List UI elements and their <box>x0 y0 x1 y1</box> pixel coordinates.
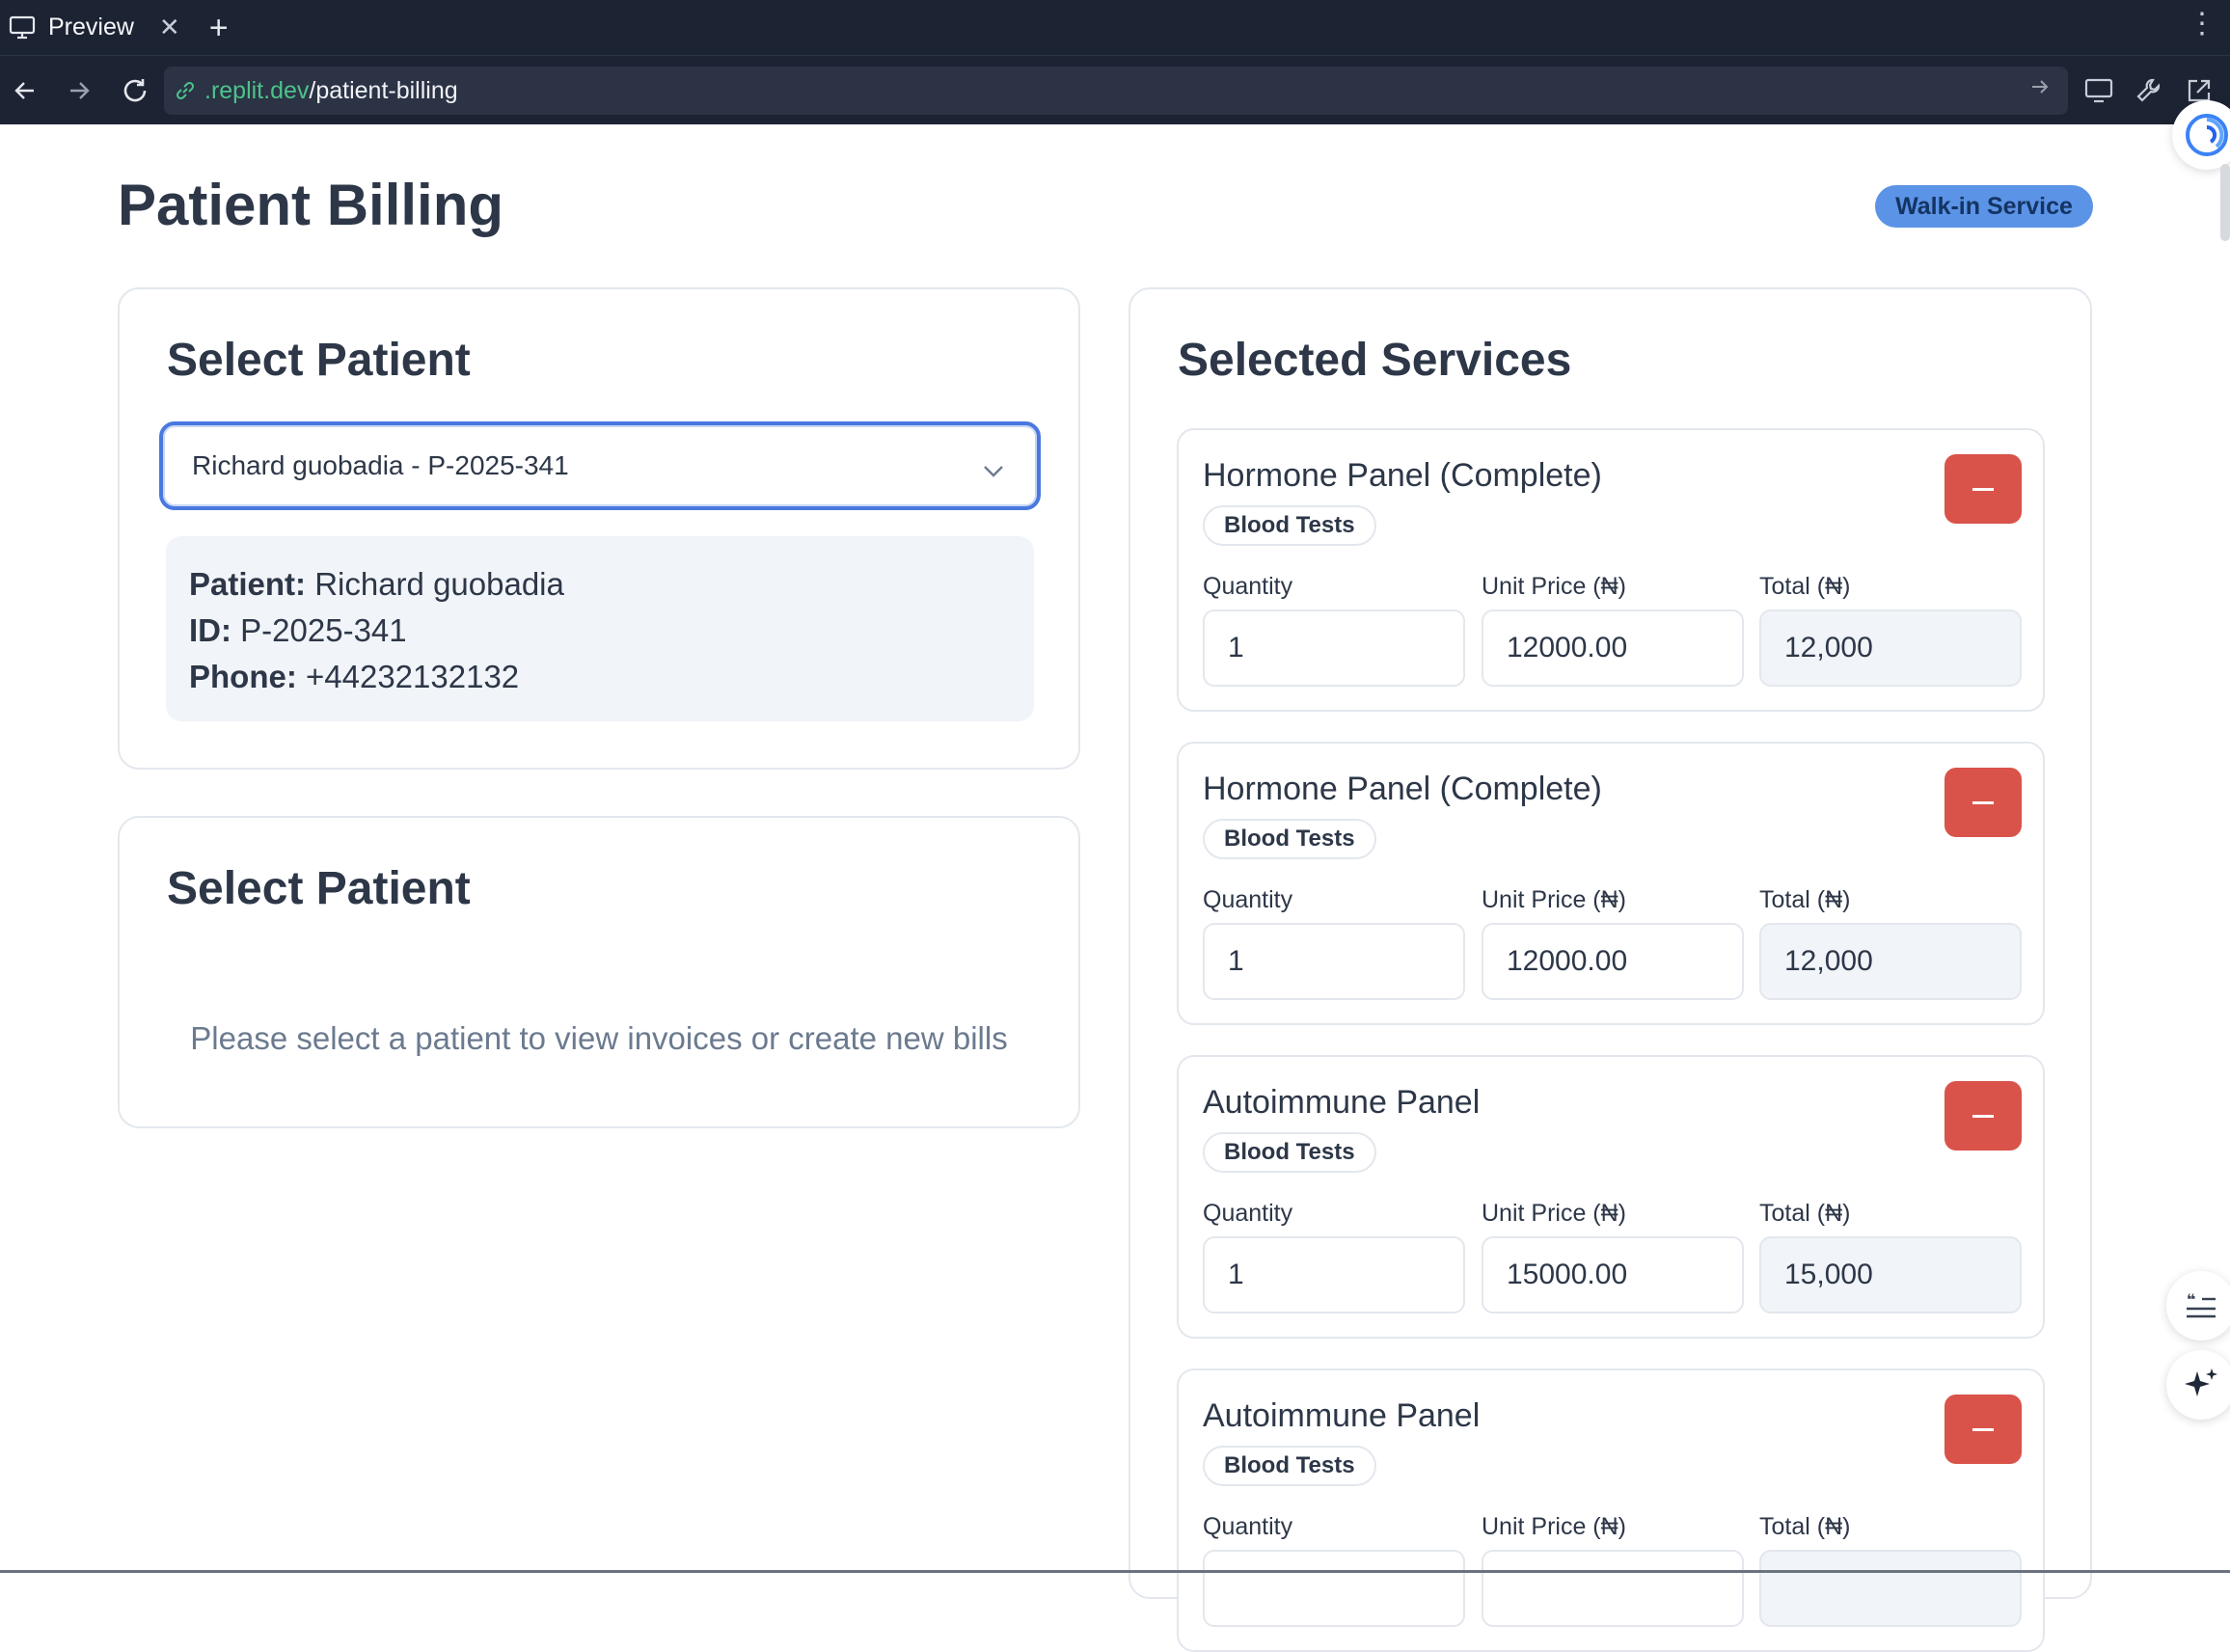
url-path: /patient-billing <box>309 76 458 104</box>
patient-phone: +44232132132 <box>306 659 520 694</box>
patient-select-value: Richard guobadia - P-2025-341 <box>192 450 569 480</box>
patient-name: Richard guobadia <box>314 566 564 602</box>
unit-price-label: Unit Price (₦) <box>1482 1513 1627 1540</box>
more-options-icon[interactable]: ⋮ <box>2188 10 2216 39</box>
remove-service-button[interactable] <box>1944 1081 2022 1151</box>
quantity-label: Quantity <box>1203 1200 1293 1227</box>
unit-price-input[interactable]: 15000.00 <box>1482 1236 1744 1313</box>
page-title: Patient Billing <box>118 173 504 237</box>
total-label: Total (₦) <box>1759 573 1851 600</box>
new-tab-icon[interactable]: + <box>209 12 229 44</box>
walk-in-service-badge: Walk-in Service <box>1875 185 2093 228</box>
service-item: Autoimmune Panel Blood Tests Quantity Un… <box>1177 1055 2045 1339</box>
unit-price-label: Unit Price (₦) <box>1482 573 1627 600</box>
service-name: Hormone Panel (Complete) <box>1203 771 1602 807</box>
service-category-tag: Blood Tests <box>1203 505 1376 546</box>
quantity-input[interactable]: 1 <box>1203 609 1465 687</box>
go-arrow-icon[interactable] <box>2029 76 2051 102</box>
service-category-tag: Blood Tests <box>1203 1132 1376 1173</box>
remove-service-button[interactable] <box>1944 454 2022 524</box>
total-label: Total (₦) <box>1759 1513 1851 1540</box>
url-field[interactable]: .replit.dev/patient-billing <box>164 67 2068 115</box>
patient-info-box: Patient: Richard guobadia ID: P-2025-341… <box>166 536 1034 721</box>
quantity-label: Quantity <box>1203 573 1293 600</box>
monitor-icon <box>8 14 37 42</box>
patient-select[interactable]: Richard guobadia - P-2025-341 <box>159 421 1041 510</box>
remove-service-button[interactable] <box>1944 1395 2022 1464</box>
chevron-down-icon <box>983 454 1004 485</box>
close-tab-icon[interactable]: ✕ <box>159 13 180 42</box>
quantity-input[interactable]: 1 <box>1203 1236 1465 1313</box>
invoices-card-heading: Select Patient <box>167 863 471 914</box>
devices-icon[interactable] <box>2081 73 2116 108</box>
address-bar: .replit.dev/patient-billing <box>0 55 2230 124</box>
sparkle-ai-icon[interactable] <box>2166 1350 2230 1420</box>
unit-price-input[interactable]: 12000.00 <box>1482 609 1744 687</box>
browser-tab-bar: Preview ✕ + ⋮ <box>0 0 2230 55</box>
feedback-quote-icon[interactable]: ❝ <box>2166 1271 2230 1341</box>
service-category-tag: Blood Tests <box>1203 1446 1376 1486</box>
patient-id: P-2025-341 <box>240 612 407 648</box>
quantity-label: Quantity <box>1203 886 1293 913</box>
total-field: 12,000 <box>1759 609 2022 687</box>
select-patient-heading: Select Patient <box>167 335 471 386</box>
total-label: Total (₦) <box>1759 1200 1851 1227</box>
service-item: Hormone Panel (Complete) Blood Tests Qua… <box>1177 742 2045 1025</box>
service-category-tag: Blood Tests <box>1203 819 1376 859</box>
minus-icon <box>1972 1114 1994 1118</box>
minus-icon <box>1972 487 1994 491</box>
quantity-input[interactable] <box>1203 1550 1465 1627</box>
service-name: Autoimmune Panel <box>1203 1084 1481 1121</box>
svg-text:❝: ❝ <box>2187 1291 2195 1309</box>
tab-title: Preview <box>48 14 134 41</box>
total-field: 15,000 <box>1759 1236 2022 1313</box>
reload-icon[interactable] <box>116 71 154 110</box>
empty-state-message: Please select a patient to view invoices… <box>190 1020 1008 1056</box>
minus-icon <box>1972 800 1994 804</box>
assistant-swirl-icon[interactable] <box>2172 100 2230 170</box>
scrollbar[interactable] <box>2220 164 2230 241</box>
quantity-input[interactable]: 1 <box>1203 923 1465 1000</box>
unit-price-input[interactable]: 12000.00 <box>1482 923 1744 1000</box>
wrench-icon[interactable] <box>2132 73 2166 108</box>
unit-price-label: Unit Price (₦) <box>1482 1200 1627 1227</box>
unit-price-input[interactable] <box>1482 1550 1744 1627</box>
remove-service-button[interactable] <box>1944 768 2022 837</box>
browser-tab[interactable]: Preview ✕ + <box>0 0 229 55</box>
id-label: ID: <box>189 612 231 648</box>
total-field <box>1759 1550 2022 1627</box>
minus-icon <box>1972 1427 1994 1431</box>
unit-price-label: Unit Price (₦) <box>1482 886 1627 913</box>
back-icon[interactable] <box>6 71 44 110</box>
link-icon <box>174 78 199 103</box>
invoices-card: Select Patient <box>118 816 1080 1128</box>
url-host: .replit.dev <box>204 76 310 104</box>
service-name: Autoimmune Panel <box>1203 1397 1481 1434</box>
service-item: Hormone Panel (Complete) Blood Tests Qua… <box>1177 428 2045 712</box>
quantity-label: Quantity <box>1203 1513 1293 1540</box>
forward-icon[interactable] <box>60 71 98 110</box>
phone-label: Phone: <box>189 659 297 694</box>
total-field: 12,000 <box>1759 923 2022 1000</box>
patient-label: Patient: <box>189 566 307 602</box>
total-label: Total (₦) <box>1759 886 1851 913</box>
service-item: Autoimmune Panel Blood Tests Quantity Un… <box>1177 1368 2045 1652</box>
service-name: Hormone Panel (Complete) <box>1203 457 1602 494</box>
selected-services-heading: Selected Services <box>1178 335 1572 386</box>
